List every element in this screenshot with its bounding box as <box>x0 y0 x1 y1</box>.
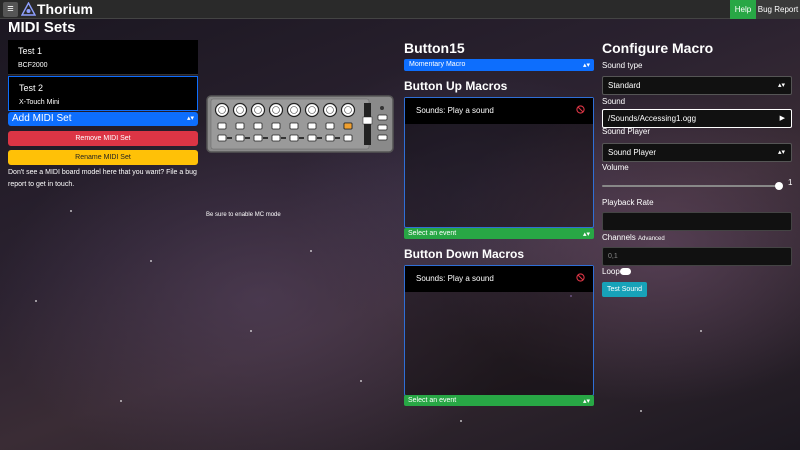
midi-set-item-selected[interactable]: Test 2 X-Touch Mini <box>8 76 198 111</box>
bug-report-button[interactable]: Bug Report <box>756 0 800 19</box>
sound-field[interactable]: /Sounds/Accessing1.ogg ▶ <box>602 109 792 128</box>
select-arrows-icon: ▴▾ <box>582 398 590 405</box>
event-select-placeholder: Select an event <box>408 230 457 237</box>
add-midi-set-label: Add MIDI Set <box>12 113 72 124</box>
loop-label: Loop <box>602 267 620 276</box>
midi-set-name: Test 2 <box>19 83 44 93</box>
button-down-macros-title: Button Down Macros <box>404 247 524 261</box>
channels-label: Channels Advanced <box>602 233 665 242</box>
sound-type-label: Sound type <box>602 61 643 70</box>
button-up-event-select[interactable]: Select an event ▴▾ <box>404 228 594 239</box>
mc-mode-note: Be sure to enable MC mode <box>206 212 281 218</box>
button-down-event-select[interactable]: Select an event ▴▾ <box>404 395 594 406</box>
fader-knob <box>362 116 373 125</box>
midi-sets-title: MIDI Sets <box>8 19 76 36</box>
selected-pad <box>343 122 353 130</box>
macro-item-label: Sounds: Play a sound <box>416 106 494 115</box>
button-title: Button15 <box>404 40 465 56</box>
hamburger-icon[interactable]: ≡ <box>3 2 18 17</box>
app-brand[interactable]: Thorium <box>37 1 93 18</box>
remove-macro-icon[interactable] <box>576 105 585 114</box>
playback-rate-input[interactable] <box>602 212 792 231</box>
button-mode-value: Momentary Macro <box>409 61 466 68</box>
button-up-macro-list: Sounds: Play a sound <box>404 97 594 228</box>
button-down-macro-list: Sounds: Play a sound <box>404 265 594 396</box>
select-arrows-icon: ▴▾ <box>777 149 785 156</box>
configure-macro-title: Configure Macro <box>602 40 714 56</box>
volume-slider-thumb[interactable] <box>775 182 783 190</box>
sound-type-value: Standard <box>608 81 641 90</box>
channels-label-text: Channels <box>602 233 636 242</box>
event-select-placeholder: Select an event <box>408 397 457 404</box>
top-bar: ≡ Thorium Help Bug Report <box>0 0 800 19</box>
sound-player-value: Sound Player <box>608 148 657 157</box>
playback-rate-label: Playback Rate <box>602 198 654 207</box>
thorium-logo-icon <box>21 2 36 16</box>
remove-midi-set-button[interactable]: Remove MIDI Set <box>8 131 198 146</box>
select-arrows-icon: ▴▾ <box>582 62 590 69</box>
channels-advanced-link[interactable]: Advanced <box>638 236 665 242</box>
midi-board-diagram <box>206 95 394 153</box>
chevron-right-icon: ▶ <box>779 115 785 122</box>
remove-macro-icon[interactable] <box>576 273 585 282</box>
select-arrows-icon: ▴▾ <box>186 115 194 122</box>
sound-player-label: Sound Player <box>602 127 651 136</box>
macro-item[interactable]: Sounds: Play a sound <box>405 98 593 124</box>
rename-midi-set-button[interactable]: Rename MIDI Set <box>8 150 198 165</box>
sound-player-select[interactable]: Sound Player ▴▾ <box>602 143 792 162</box>
sound-label: Sound <box>602 97 626 106</box>
midi-set-model: X-Touch Mini <box>19 99 60 106</box>
add-midi-set-select[interactable]: Add MIDI Set ▴▾ <box>8 112 198 126</box>
midi-set-name: Test 1 <box>18 46 43 56</box>
midi-set-model: BCF2000 <box>18 62 48 69</box>
sound-type-select[interactable]: Standard ▴▾ <box>602 76 792 95</box>
select-arrows-icon: ▴▾ <box>777 82 785 89</box>
volume-label: Volume <box>602 163 629 172</box>
test-sound-button[interactable]: Test Sound <box>602 282 647 297</box>
midi-help-note: Don't see a MIDI board model here that y… <box>8 169 197 188</box>
select-arrows-icon: ▴▾ <box>582 231 590 238</box>
volume-slider-track[interactable] <box>602 185 782 187</box>
macro-item[interactable]: Sounds: Play a sound <box>405 266 593 292</box>
sound-value: /Sounds/Accessing1.ogg <box>608 114 697 123</box>
button-mode-select[interactable]: Momentary Macro ▴▾ <box>404 59 594 71</box>
button-up-macros-title: Button Up Macros <box>404 79 508 93</box>
help-button[interactable]: Help <box>730 0 756 19</box>
midi-set-item[interactable]: Test 1 BCF2000 <box>8 40 198 75</box>
macro-item-label: Sounds: Play a sound <box>416 274 494 283</box>
volume-value: 1 <box>788 178 793 187</box>
channels-input[interactable]: 0,1 <box>602 247 792 266</box>
loop-toggle[interactable] <box>620 268 631 275</box>
